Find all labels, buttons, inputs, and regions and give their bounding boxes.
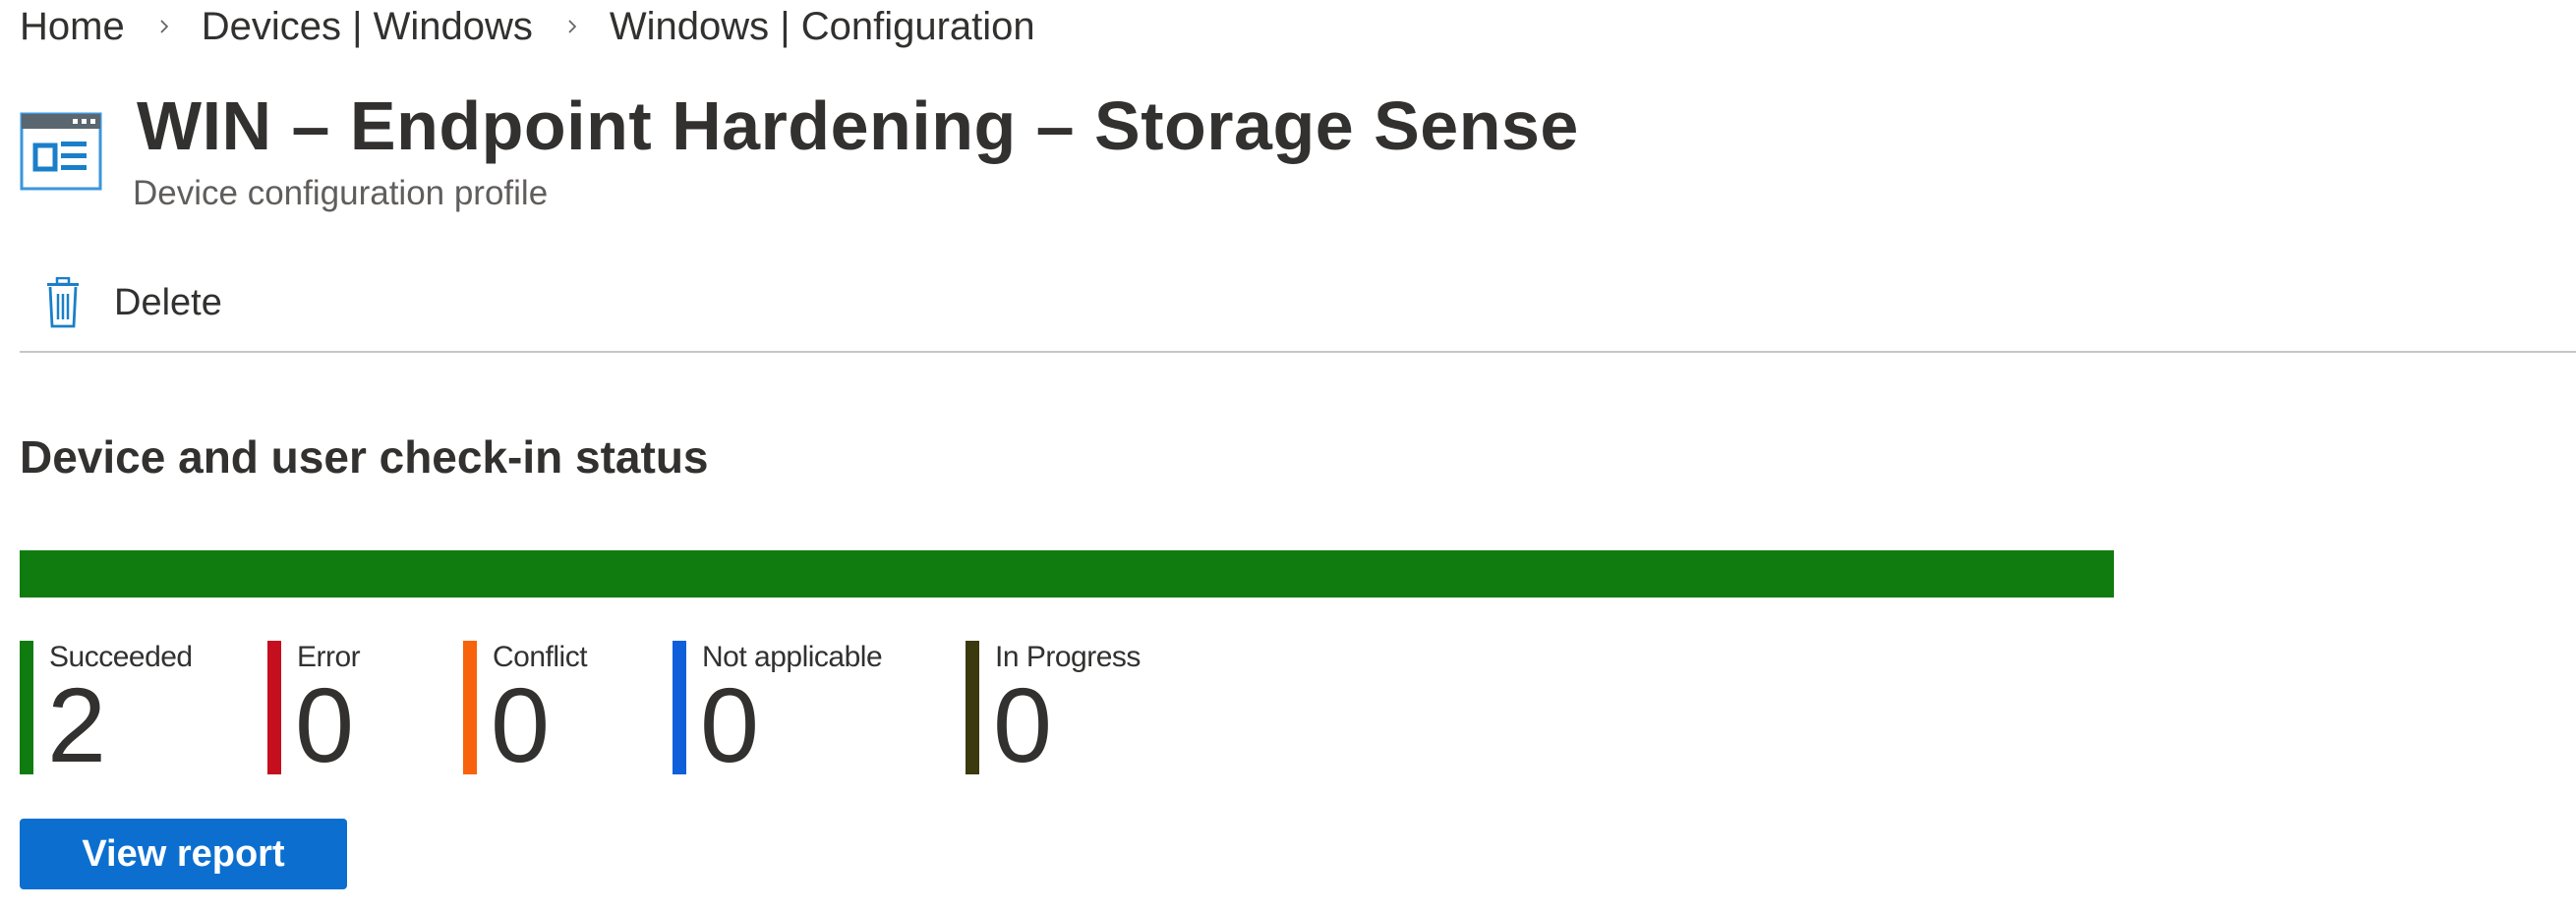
breadcrumb: Home Devices | Windows Windows | Configu… [20, 2, 1035, 51]
status-count: 2 [47, 665, 107, 784]
status-color-bar [673, 641, 686, 774]
delete-button[interactable]: Delete [43, 273, 222, 332]
trash-icon [47, 277, 79, 328]
page-title: WIN – Endpoint Hardening – Storage Sense [137, 87, 1579, 164]
breadcrumb-windows-configuration[interactable]: Windows | Configuration [610, 5, 1035, 49]
device-configuration-profile-icon [20, 112, 102, 191]
status-count: 0 [295, 665, 355, 784]
chevron-right-icon [568, 20, 576, 33]
status-count: 0 [700, 665, 760, 784]
breadcrumb-devices-windows[interactable]: Devices | Windows [202, 5, 533, 49]
status-count: 0 [993, 665, 1053, 784]
command-bar: Delete [20, 257, 2576, 353]
status-progress-bar [20, 550, 2114, 598]
status-color-bar [20, 641, 33, 774]
status-count: 0 [491, 665, 551, 784]
breadcrumb-home[interactable]: Home [20, 5, 125, 49]
delete-label: Delete [114, 281, 222, 323]
status-color-bar [463, 641, 477, 774]
chevron-right-icon [160, 20, 168, 33]
status-color-bar [267, 641, 281, 774]
status-bar-segment-succeeded [20, 550, 2114, 598]
page: Home Devices | Windows Windows | Configu… [0, 0, 2576, 911]
view-report-button[interactable]: View report [20, 819, 347, 889]
page-subtitle: Device configuration profile [133, 174, 549, 212]
section-title: Device and user check-in status [20, 431, 709, 483]
status-color-bar [966, 641, 979, 774]
